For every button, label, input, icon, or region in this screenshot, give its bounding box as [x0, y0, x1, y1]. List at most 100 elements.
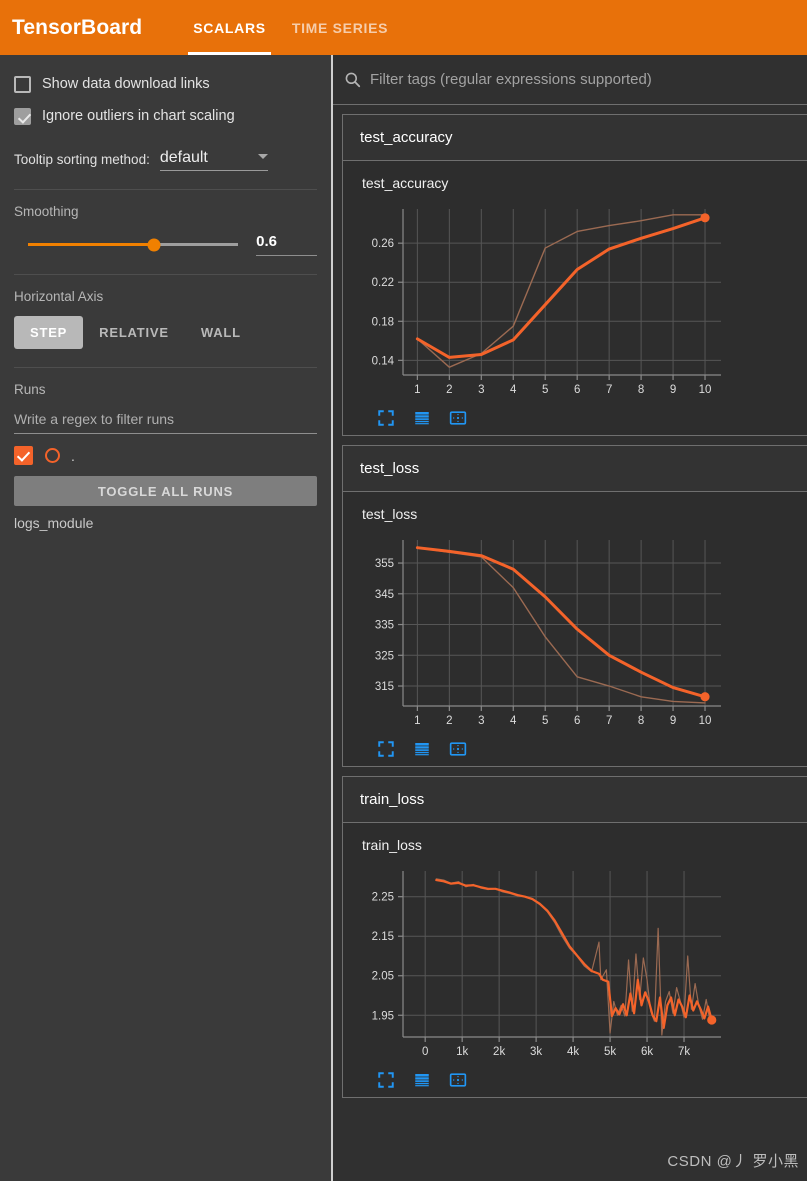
last-point-marker — [707, 1015, 717, 1025]
chart-svg[interactable]: 3153253353453551 2 3 4 5 6 7 8 9 10 — [343, 526, 743, 736]
series-line — [416, 214, 706, 368]
checkbox-ignore-outliers[interactable]: Ignore outliers in chart scaling — [14, 103, 317, 129]
svg-text:4k: 4k — [567, 1046, 579, 1058]
svg-text:0: 0 — [422, 1046, 428, 1058]
divider — [14, 367, 317, 368]
svg-text:2: 2 — [446, 715, 452, 727]
svg-text:2.25: 2.25 — [372, 892, 394, 904]
chart-card: train_loss train_loss 1.95 2.05 2.15 2.25 0 1k 2… — [342, 776, 807, 1098]
svg-text:8: 8 — [638, 384, 644, 396]
last-point-marker — [700, 692, 710, 702]
horizontal-axis-label: Horizontal Axis — [14, 289, 104, 304]
axis-button-relative[interactable]: RELATIVE — [83, 316, 185, 349]
checkbox-show-download-links[interactable]: Show data download links — [14, 71, 317, 97]
tag-filter-input[interactable]: Filter tags (regular expressions support… — [370, 71, 652, 88]
chart-card: test_loss test_loss 315 325 335 345 355 1 2 3 4 5 6 7… — [342, 445, 807, 767]
series-line — [415, 216, 707, 359]
resize-frame-icon[interactable] — [447, 740, 469, 758]
svg-text:9: 9 — [670, 715, 676, 727]
svg-text:5: 5 — [542, 715, 548, 727]
chart-card-header[interactable]: test_accuracy — [343, 115, 807, 161]
smoothing-slider-thumb[interactable] — [147, 238, 161, 251]
checkbox-box-checked — [14, 107, 31, 125]
series-line — [435, 878, 713, 1030]
chart-toolbar — [375, 1071, 807, 1089]
svg-text:3: 3 — [478, 384, 484, 396]
tooltip-sorting-select[interactable]: default — [159, 149, 268, 171]
gridlines — [403, 540, 721, 706]
runs-filter-input[interactable]: Write a regex to filter runs — [14, 411, 317, 434]
svg-text:315: 315 — [375, 681, 394, 693]
svg-text:0.22: 0.22 — [372, 277, 394, 289]
run-color-circle-icon — [45, 448, 60, 463]
chart-card-body: test_loss 315 325 335 345 355 1 2 3 4 5 6 7 8 9 10 — [343, 492, 807, 766]
toggle-all-runs-button[interactable]: TOGGLE ALL RUNS — [14, 476, 317, 506]
run-list-item[interactable]: . — [14, 446, 317, 465]
resize-frame-icon[interactable] — [447, 409, 469, 427]
tooltip-sorting-value: default — [159, 149, 208, 166]
nav-tabs: SCALARS TIME SERIES — [180, 0, 401, 55]
checkbox-label: Ignore outliers in chart scaling — [42, 108, 235, 124]
search-icon — [345, 72, 361, 88]
chart-plot-area[interactable]: 1.95 2.05 2.15 2.25 0 1k 2k 3k 4k 5k 6k 7k — [343, 857, 807, 1067]
log-directory-label: logs_module — [14, 515, 94, 531]
svg-text:6k: 6k — [641, 1046, 653, 1058]
chart-svg[interactable]: 1.95 2.05 2.15 2.25 0 1k 2k 3k 4k 5k 6k 7k — [343, 857, 743, 1067]
run-checkbox[interactable] — [14, 446, 33, 465]
expand-corners-icon[interactable] — [375, 409, 397, 427]
main-content-panel: Filter tags (regular expressions support… — [333, 55, 807, 1181]
chart-toolbar — [375, 409, 807, 427]
smoothing-slider[interactable] — [28, 238, 239, 251]
svg-text:0.14: 0.14 — [372, 355, 395, 367]
svg-text:1: 1 — [414, 715, 420, 727]
chart-plot-area[interactable]: 315 325 335 345 355 1 2 3 4 5 6 7 8 9 10 — [343, 526, 807, 736]
axis-button-step[interactable]: STEP — [14, 316, 84, 349]
smoothing-slider-fill — [28, 243, 155, 246]
svg-text:4: 4 — [510, 715, 517, 727]
gridlines — [403, 209, 721, 375]
data-table-icon[interactable] — [411, 409, 433, 427]
chart-card: test_accuracy test_accuracy 0.14 0.18 0.22 0.… — [342, 114, 807, 436]
tensorboard-app: TensorBoard SCALARS TIME SERIES Show dat… — [0, 0, 807, 1181]
chart-plot-area[interactable]: 0.14 0.18 0.22 0.26 1 2 3 4 5 6 7 8 9 10 — [343, 195, 807, 405]
tag-filter-bar[interactable]: Filter tags (regular expressions support… — [333, 55, 807, 105]
data-table-icon[interactable] — [411, 740, 433, 758]
svg-text:335: 335 — [375, 620, 394, 632]
svg-text:7: 7 — [606, 384, 612, 396]
svg-text:325: 325 — [375, 650, 394, 662]
chart-cards-list: test_accuracy test_accuracy 0.14 0.18 0.22 0.… — [333, 114, 807, 1098]
settings-sidebar: Show data download links Ignore outliers… — [0, 55, 331, 1181]
resize-frame-icon[interactable] — [447, 1071, 469, 1089]
chart-svg[interactable]: 0.14 0.18 0.22 0.26 1 2 3 4 5 6 7 8 9 10 — [343, 195, 743, 405]
svg-text:0.18: 0.18 — [372, 316, 394, 328]
expand-corners-icon[interactable] — [375, 1071, 397, 1089]
chart-card-header[interactable]: train_loss — [343, 777, 807, 823]
smoothing-label: Smoothing — [14, 204, 79, 219]
svg-text:6: 6 — [574, 715, 580, 727]
svg-text:2k: 2k — [493, 1046, 505, 1058]
runs-label: Runs — [14, 382, 46, 397]
svg-text:2: 2 — [446, 384, 452, 396]
chevron-down-icon — [257, 154, 268, 159]
horizontal-axis-buttons: STEP RELATIVE WALL — [14, 316, 317, 349]
svg-text:5k: 5k — [604, 1046, 616, 1058]
svg-text:345: 345 — [375, 589, 394, 601]
svg-text:3k: 3k — [530, 1046, 542, 1058]
svg-text:6: 6 — [574, 384, 580, 396]
checkbox-label: Show data download links — [42, 76, 210, 92]
tooltip-sorting-label: Tooltip sorting method: — [14, 152, 150, 167]
svg-text:7k: 7k — [678, 1046, 690, 1058]
checkbox-box-unchecked — [14, 75, 31, 93]
chart-card-header[interactable]: test_loss — [343, 446, 807, 492]
svg-text:1.95: 1.95 — [372, 1010, 394, 1022]
svg-text:9: 9 — [670, 384, 676, 396]
run-name-label: . — [71, 447, 75, 464]
chart-toolbar — [375, 740, 807, 758]
expand-corners-icon[interactable] — [375, 740, 397, 758]
last-point-marker — [700, 213, 710, 223]
axis-button-wall[interactable]: WALL — [185, 316, 257, 349]
tab-time-series[interactable]: TIME SERIES — [279, 0, 401, 55]
data-table-icon[interactable] — [411, 1071, 433, 1089]
smoothing-value-input[interactable]: 0.6 — [256, 233, 317, 256]
tab-scalars[interactable]: SCALARS — [180, 0, 279, 55]
